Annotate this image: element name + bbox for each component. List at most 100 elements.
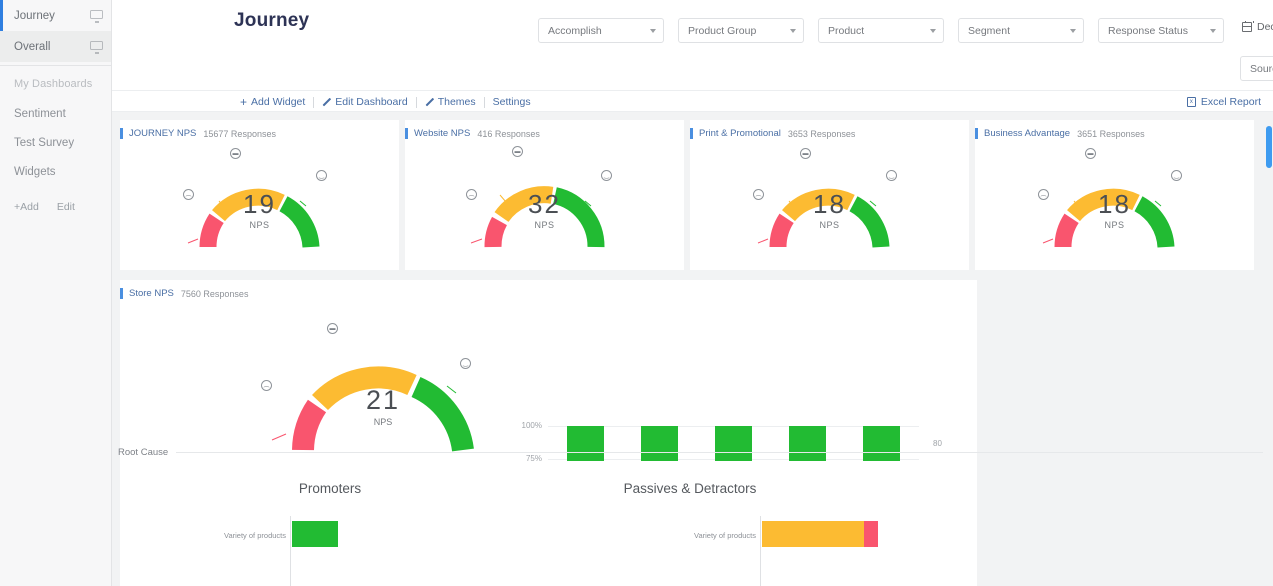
gauge-business-advantage: ︵ ▬ ‿ 18 NPS [975, 139, 1254, 267]
gauge-value: 19 [243, 189, 276, 219]
add-widget-button[interactable]: + Add Widget [240, 96, 313, 108]
monitor-icon [90, 10, 103, 21]
sidebar-actions: +Add Edit [0, 187, 111, 213]
widget-header: Store NPS 7560 Responses [120, 280, 977, 299]
root-cause-right-axis [760, 516, 761, 586]
widget-header: Website NPS 416 Responses [405, 120, 684, 139]
widget-response-count: 15677 Responses [203, 128, 276, 139]
gauge-unit: NPS [373, 417, 393, 427]
widget-print-promotional: Print & Promotional 3653 Responses ︵ ▬ ‿ [690, 120, 969, 270]
app-root: Journey Overall My Dashboards Sentiment … [0, 0, 1273, 586]
gauge-unit: NPS [534, 220, 555, 230]
widget-header: JOURNEY NPS 15677 Responses [120, 120, 399, 139]
chevron-down-icon [650, 28, 656, 33]
root-cause-left-category: Variety of products [224, 531, 286, 540]
excel-report-button[interactable]: x Excel Report [1186, 91, 1261, 113]
happy-face-icon: ‿ [316, 170, 327, 181]
add-widget-label: Add Widget [251, 96, 306, 108]
gauge-website-nps: ︵ ▬ ‿ 32 NPS [405, 139, 684, 267]
sidebar-item-overall[interactable]: Overall [0, 31, 111, 62]
root-cause-right-bar-passive [762, 521, 864, 547]
root-cause-passives-title: Passives & Detractors [623, 481, 757, 496]
happy-face-icon: ‿ [1171, 170, 1182, 181]
neutral-face-icon: ▬ [512, 146, 523, 157]
gauge-value: 18 [1098, 189, 1131, 219]
filter-segment-label: Segment [968, 24, 1011, 37]
themes-button[interactable]: Themes [417, 96, 484, 108]
monitor-icon [90, 41, 103, 52]
page-title: Journey [234, 10, 310, 31]
filter-source[interactable]: Source [1240, 56, 1273, 81]
widget-header: Business Advantage 3651 Responses [975, 120, 1254, 139]
filter-response-status-label: Response Status [1108, 24, 1188, 37]
sidebar-item-test-survey[interactable]: Test Survey [0, 129, 111, 158]
filter-bar: Accomplish Product Group Product Segment… [538, 18, 1224, 43]
widget-journey-nps: JOURNEY NPS 15677 Responses ︵ ▬ ‿ 19 NPS [120, 120, 399, 270]
widget-title: Store NPS [129, 288, 174, 299]
sidebar: Journey Overall My Dashboards Sentiment … [0, 0, 112, 586]
filter-product-label: Product [828, 24, 865, 37]
date-range-label: Dec-01-2021 - Apr-08-2022 [1257, 21, 1273, 33]
filter-response-status[interactable]: Response Status [1098, 18, 1224, 43]
excel-icon: x [1186, 97, 1196, 107]
root-cause-divider [176, 452, 1263, 453]
filter-accomplish[interactable]: Accomplish [538, 18, 664, 43]
widget-header: Print & Promotional 3653 Responses [690, 120, 969, 139]
gauge-journey-nps: ︵ ▬ ‿ 19 NPS [120, 139, 399, 267]
root-cause-band: Root Cause [112, 447, 1273, 458]
widget-title: JOURNEY NPS [129, 128, 197, 139]
happy-face-icon: ‿ [886, 170, 897, 181]
sidebar-item-journey[interactable]: Journey [0, 0, 111, 31]
sidebar-item-overall-label: Overall [14, 40, 51, 53]
edit-dashboard-button[interactable]: Edit Dashboard [314, 96, 415, 108]
root-cause-right-category: Variety of products [694, 531, 756, 540]
widget-root-cause: Promoters Passives & Detractors Variety … [120, 461, 977, 586]
vertical-scrollbar-thumb[interactable] [1266, 126, 1272, 168]
sad-face-icon: ︵ [261, 380, 272, 391]
gauge-unit: NPS [1104, 220, 1125, 230]
calendar-icon [1242, 20, 1254, 32]
happy-face-icon: ‿ [460, 358, 471, 369]
sidebar-add-link[interactable]: +Add [14, 201, 39, 213]
neutral-face-icon: ▬ [327, 323, 338, 334]
settings-label: Settings [492, 96, 531, 108]
date-range-picker[interactable]: Dec-01-2021 - Apr-08-2022 [1242, 20, 1273, 33]
gauge-value: 21 [365, 385, 401, 415]
chevron-down-icon [790, 28, 796, 33]
widget-website-nps: Website NPS 416 Responses ︵ ▬ ‿ 32 NPS [405, 120, 684, 270]
sidebar-edit-link[interactable]: Edit [57, 201, 75, 213]
sidebar-item-sentiment[interactable]: Sentiment [0, 100, 111, 129]
filter-source-label: Source [1250, 62, 1273, 75]
happy-face-icon: ‿ [601, 170, 612, 181]
settings-button[interactable]: Settings [485, 96, 539, 108]
chevron-down-icon [1210, 28, 1216, 33]
chevron-down-icon [930, 28, 936, 33]
edit-dashboard-label: Edit Dashboard [335, 96, 408, 108]
filter-product-group-label: Product Group [688, 24, 757, 37]
topbar: Journey Accomplish Product Group Product… [112, 0, 1273, 90]
root-cause-right-bar-detractor [864, 521, 878, 547]
excel-report-label: Excel Report [1200, 96, 1261, 108]
root-cause-promoters-title: Promoters [298, 481, 362, 496]
filter-product-group[interactable]: Product Group [678, 18, 804, 43]
gauge-value: 18 [813, 189, 846, 219]
neutral-face-icon: ▬ [800, 148, 811, 159]
action-bar-left: + Add Widget Edit Dashboard Themes Setti… [240, 91, 539, 113]
widget-title: Business Advantage [984, 128, 1071, 139]
filter-product[interactable]: Product [818, 18, 944, 43]
chevron-down-icon [1070, 28, 1076, 33]
filter-segment[interactable]: Segment [958, 18, 1084, 43]
root-cause-left-axis [290, 516, 291, 586]
widget-response-count: 7560 Responses [180, 288, 249, 299]
widget-response-count: 3653 Responses [787, 128, 856, 139]
gauge-unit: NPS [249, 220, 270, 230]
widget-response-count: 3651 Responses [1077, 128, 1145, 139]
gauge-unit: NPS [819, 220, 840, 230]
widget-business-advantage: Business Advantage 3651 Responses ︵ ▬ ‿ [975, 120, 1254, 270]
plus-icon: + [240, 95, 248, 109]
root-cause-label: Root Cause [118, 447, 169, 458]
dashboard-content: JOURNEY NPS 15677 Responses ︵ ▬ ‿ 19 NPS… [112, 112, 1273, 586]
sidebar-item-widgets[interactable]: Widgets [0, 158, 111, 187]
main-area: Journey Accomplish Product Group Product… [112, 0, 1273, 586]
neutral-face-icon: ▬ [230, 148, 241, 159]
